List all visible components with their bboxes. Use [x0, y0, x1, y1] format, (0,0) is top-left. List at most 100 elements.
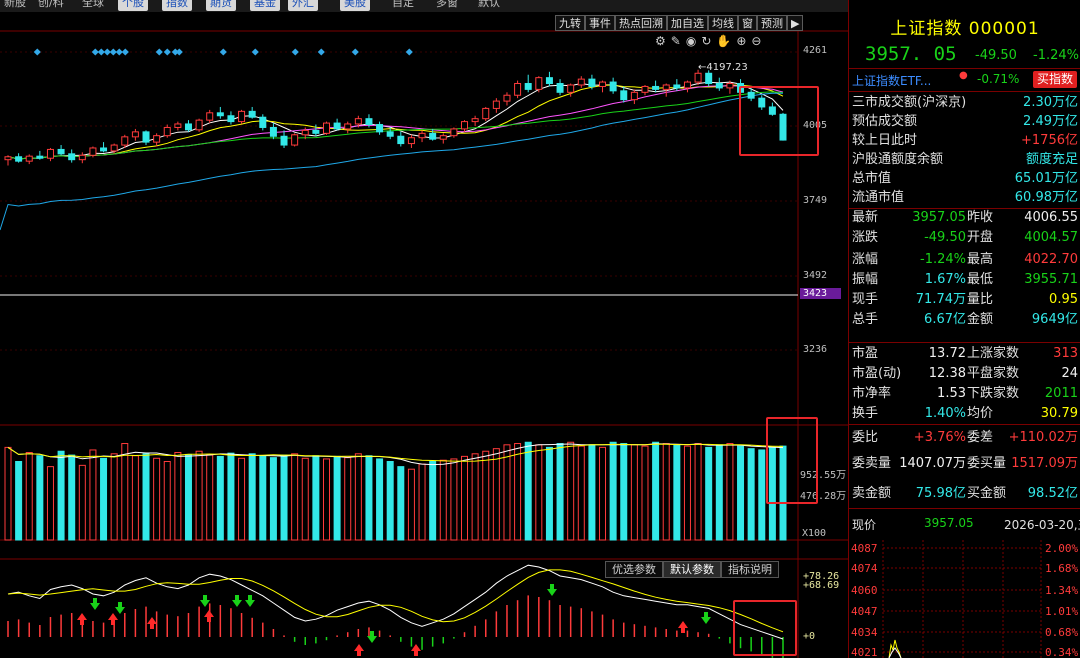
- candle-body: [344, 123, 352, 130]
- param-tab-1[interactable]: 默认参数: [663, 561, 721, 578]
- quote-grid-row-4: 现手 71.74万 量比 0.95: [849, 290, 1080, 310]
- quote-panel: 上证指数 000001 3957. 05 -49.50 -1.24% 上证指数E…: [848, 0, 1080, 658]
- chart-toolbar-item-7[interactable]: ▶: [787, 15, 804, 31]
- volume-bar: [195, 450, 203, 541]
- quote-grid-value: -49.50: [924, 230, 966, 245]
- price-tick-4261: 4261: [803, 45, 828, 56]
- candle-body: [110, 144, 118, 152]
- volume-bar: [386, 461, 394, 541]
- chart-toolbar-item-1[interactable]: 事件: [585, 15, 615, 31]
- mini-pct-tick: 1.34%: [1045, 584, 1078, 597]
- quote-grid-row-9: 换手 1.40% 均价 30.79: [849, 404, 1080, 424]
- candle-body: [206, 112, 214, 121]
- settings-icon[interactable]: ⚙: [655, 34, 671, 48]
- candle-body: [386, 131, 394, 137]
- mini-pct-tick: 2.00%: [1045, 542, 1078, 555]
- volume-bar: [673, 444, 681, 541]
- quote-grid-value: 3955.71: [1024, 272, 1078, 287]
- quote-grid-label: 委差: [967, 430, 994, 445]
- macd-tick-b: +68.69: [803, 580, 840, 591]
- quote-grid-label: 涨幅: [852, 252, 879, 267]
- volume-bar: [248, 453, 256, 541]
- eye-icon[interactable]: ◉: [686, 34, 701, 48]
- chart-toolbar-item-4[interactable]: 均线: [708, 15, 738, 31]
- volume-bar: [57, 450, 65, 541]
- chart-toolbar-item-3[interactable]: 加自选: [667, 15, 708, 31]
- pen-icon[interactable]: ✎: [671, 34, 686, 48]
- quote-grid-label: 均价: [967, 406, 994, 421]
- candle-body: [259, 116, 267, 128]
- candle-body: [312, 129, 320, 134]
- candle-body: [407, 137, 415, 145]
- mini-price-tick: 4074: [851, 562, 878, 575]
- volume-bar: [652, 441, 660, 541]
- kline-chart[interactable]: [0, 0, 848, 658]
- chart-toolbar-item-5[interactable]: 窗: [738, 15, 757, 31]
- volume-bar: [588, 444, 596, 541]
- buy-index-button[interactable]: 买指数: [1033, 71, 1077, 88]
- quote-grid-value: 4004.57: [1024, 230, 1078, 245]
- candle-body: [4, 156, 12, 161]
- volume-bar: [121, 443, 129, 541]
- volume-bar: [439, 459, 447, 541]
- volume-bar: [567, 441, 575, 541]
- quote-grid-label: 市盈(动): [852, 366, 902, 381]
- etf-change: -0.71%: [977, 72, 1020, 86]
- annotation-box-macd: [733, 600, 797, 656]
- sync-icon[interactable]: ↻: [701, 34, 716, 48]
- quote-grid-value: 4006.55: [1024, 210, 1078, 225]
- param-tab-0[interactable]: 优选参数: [605, 561, 663, 578]
- candle-body: [142, 131, 150, 143]
- volume-bar: [705, 446, 713, 541]
- volume-bar: [482, 450, 490, 541]
- signal-diamond-icon: [33, 48, 41, 56]
- volume-bar: [174, 452, 182, 541]
- zoom-out-icon[interactable]: ⊖: [751, 34, 766, 48]
- annotation-box-volume: [766, 417, 818, 504]
- volume-bar: [131, 455, 139, 541]
- candle-body: [715, 83, 723, 89]
- quote-row-value: 额度充足: [1025, 152, 1078, 167]
- mini-pct-tick: 1.68%: [1045, 562, 1078, 575]
- param-tab-2[interactable]: 指标说明: [721, 561, 779, 578]
- candle-body: [492, 100, 500, 109]
- volume-bar: [524, 441, 532, 541]
- candle-body: [36, 155, 44, 159]
- chart-toolbar-item-0[interactable]: 九转: [555, 15, 585, 31]
- signal-diamond-icon: [405, 48, 413, 56]
- quote-row-4: 总市值 65.01万亿: [849, 169, 1080, 189]
- quote-row-value: 2.49万亿: [1023, 114, 1078, 129]
- volume-bar: [641, 445, 649, 541]
- volume-bar: [110, 453, 118, 541]
- volume-bar: [344, 457, 352, 541]
- hand-icon[interactable]: ✋: [716, 34, 736, 48]
- volume-bar: [397, 466, 405, 541]
- quote-grid-value: 1.53: [937, 386, 966, 401]
- quote-grid-label: 最新: [852, 210, 879, 225]
- quote-grid-row-10: 委比 +3.76% 委差 +110.02万: [849, 428, 1080, 448]
- volume-bar: [545, 446, 553, 541]
- mini-intraday-chart[interactable]: 4087 2.00% 4074 1.68% 4060 1.34% 4047 1.01% 4034…: [849, 540, 1080, 658]
- candle-body: [100, 147, 108, 152]
- chart-toolbar-item-6[interactable]: 预测: [757, 15, 787, 31]
- mini-pct-tick: 0.68%: [1045, 626, 1078, 639]
- buy-arrow-icon: [411, 644, 421, 656]
- etf-link[interactable]: 上证指数ETF...: [852, 72, 931, 89]
- signal-diamond-icon: [317, 48, 325, 56]
- volume-bar: [354, 453, 362, 541]
- candle-body: [482, 107, 490, 120]
- volume-bar: [259, 455, 267, 541]
- candle-body: [471, 118, 479, 123]
- quote-row-1: 预估成交额 2.49万亿: [849, 112, 1080, 132]
- volume-bar: [301, 457, 309, 541]
- volume-bar: [514, 443, 522, 541]
- zoom-in-icon[interactable]: ⊕: [736, 34, 751, 48]
- volume-bar: [737, 445, 745, 541]
- volume-bar: [492, 448, 500, 541]
- candle-body: [280, 135, 288, 146]
- volume-bar: [747, 448, 755, 541]
- volume-bar: [662, 443, 670, 541]
- volume-bar: [333, 455, 341, 541]
- chart-toolbar-item-2[interactable]: 热点回溯: [615, 15, 667, 31]
- buy-arrow-icon: [678, 621, 688, 633]
